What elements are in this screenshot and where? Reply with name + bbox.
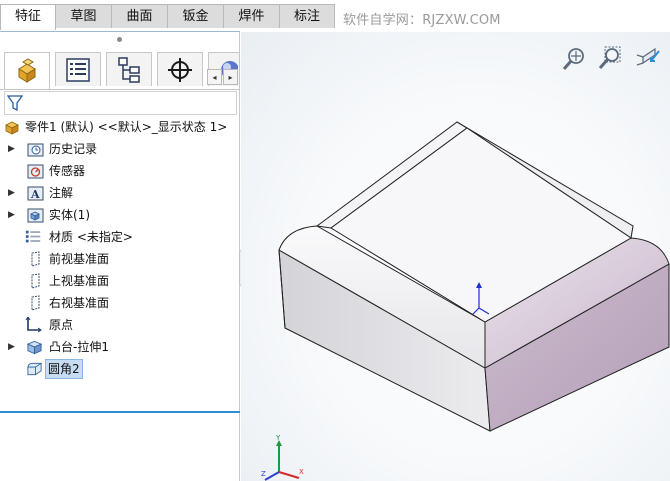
tree-item-label: 注解 bbox=[49, 186, 74, 200]
triad-z-label: Z bbox=[261, 470, 266, 478]
tree-root-label: 零件1 (默认) <<默认>_显示状态 1> bbox=[25, 120, 228, 134]
plane-icon bbox=[31, 251, 40, 267]
configuration-manager-icon bbox=[118, 56, 140, 83]
tree-item-label: 右视基准面 bbox=[49, 296, 110, 310]
tree-item-right-plane[interactable]: 右视基准面 bbox=[0, 292, 240, 314]
tree-item-label: 传感器 bbox=[49, 164, 86, 178]
triad-x-label: X bbox=[299, 468, 304, 476]
tree-item-top-plane[interactable]: 上视基准面 bbox=[0, 270, 240, 292]
tree-item-sensors[interactable]: 传感器 bbox=[0, 160, 240, 182]
panel-grip-handle[interactable] bbox=[117, 37, 122, 42]
feature-manager-panel: ◂ ▸ 零件1 (默认) <<默认>_显示状态 1> ▶ 历史记录 传感器 ▶ … bbox=[0, 31, 240, 481]
tree-item-fillet[interactable]: 圆角2 bbox=[0, 358, 240, 380]
rollback-bar[interactable] bbox=[0, 411, 240, 413]
material-icon bbox=[25, 230, 41, 243]
origin-icon bbox=[25, 317, 42, 333]
plane-icon bbox=[31, 273, 40, 289]
tree-item-label: 材质 <未指定> bbox=[49, 230, 133, 244]
graphics-viewport[interactable]: Y X Z bbox=[241, 32, 670, 481]
extrude-icon bbox=[26, 340, 43, 355]
part-model[interactable] bbox=[241, 32, 670, 481]
feature-manager-tab[interactable] bbox=[4, 52, 50, 89]
expand-arrow-icon[interactable]: ▶ bbox=[8, 182, 18, 204]
tab-sheet-metal[interactable]: 钣金 bbox=[167, 4, 224, 28]
dimxpert-manager-tab[interactable] bbox=[157, 52, 203, 86]
fillet-icon bbox=[27, 362, 42, 376]
expand-arrow-icon[interactable]: ▶ bbox=[8, 204, 18, 226]
manager-tabs: ◂ ▸ bbox=[0, 49, 240, 90]
tree-filter[interactable] bbox=[4, 91, 237, 115]
tree-root-part[interactable]: 零件1 (默认) <<默认>_显示状态 1> bbox=[0, 116, 240, 138]
tab-sketch[interactable]: 草图 bbox=[55, 4, 112, 28]
configuration-manager-tab[interactable] bbox=[106, 52, 152, 86]
annotations-icon: A bbox=[27, 186, 44, 201]
tree-item-label: 凸台-拉伸1 bbox=[49, 340, 109, 354]
svg-text:A: A bbox=[30, 188, 40, 201]
tab-annotation[interactable]: 标注 bbox=[279, 4, 335, 28]
property-manager-icon bbox=[66, 57, 90, 82]
tree-item-front-plane[interactable]: 前视基准面 bbox=[0, 248, 240, 270]
tree-item-annotations[interactable]: ▶ A 注解 bbox=[0, 182, 240, 204]
expand-arrow-icon[interactable]: ▶ bbox=[8, 336, 18, 358]
tree-item-boss-extrude[interactable]: ▶ 凸台-拉伸1 bbox=[0, 336, 240, 358]
view-triad: Y X Z bbox=[261, 434, 304, 481]
watermark-text: 软件自学网：RJZXW.COM bbox=[343, 13, 501, 28]
panel-tab-scroller: ◂ ▸ bbox=[206, 69, 238, 85]
tree-item-label: 前视基准面 bbox=[49, 252, 110, 266]
part-icon bbox=[5, 121, 19, 135]
tree-item-label: 历史记录 bbox=[49, 142, 98, 156]
tree-item-label: 圆角2 bbox=[45, 359, 83, 379]
tree-item-label: 原点 bbox=[49, 318, 74, 332]
dimxpert-manager-icon bbox=[168, 57, 192, 82]
tree-item-origin[interactable]: 原点 bbox=[0, 314, 240, 336]
history-folder-icon bbox=[27, 143, 44, 157]
solid-bodies-icon bbox=[27, 208, 44, 223]
tree-item-label: 实体(1) bbox=[49, 208, 90, 222]
scroll-right-button[interactable]: ▸ bbox=[223, 69, 238, 85]
scroll-left-button[interactable]: ◂ bbox=[207, 69, 222, 85]
tab-weldments[interactable]: 焊件 bbox=[223, 4, 280, 28]
feature-tree: 零件1 (默认) <<默认>_显示状态 1> ▶ 历史记录 传感器 ▶ A 注解… bbox=[0, 116, 240, 380]
expand-arrow-icon[interactable]: ▶ bbox=[8, 138, 18, 160]
plane-icon bbox=[31, 295, 40, 311]
command-manager-tabbar: 特征 草图 曲面 钣金 焊件 标注 软件自学网：RJZXW.COM bbox=[0, 0, 670, 32]
tab-surfaces[interactable]: 曲面 bbox=[111, 4, 168, 28]
tab-features[interactable]: 特征 bbox=[0, 4, 56, 30]
triad-y-label: Y bbox=[275, 434, 281, 442]
command-manager-tabs: 特征 草图 曲面 钣金 焊件 标注 bbox=[0, 4, 335, 30]
filter-icon[interactable] bbox=[7, 95, 23, 112]
panel-divider bbox=[0, 31, 240, 32]
sensors-icon bbox=[27, 164, 44, 179]
tree-item-label: 上视基准面 bbox=[49, 274, 110, 288]
property-manager-tab[interactable] bbox=[55, 52, 101, 86]
tree-item-material[interactable]: 材质 <未指定> bbox=[0, 226, 240, 248]
tree-item-history[interactable]: ▶ 历史记录 bbox=[0, 138, 240, 160]
tree-item-solid-bodies[interactable]: ▶ 实体(1) bbox=[0, 204, 240, 226]
feature-manager-icon bbox=[18, 58, 36, 83]
